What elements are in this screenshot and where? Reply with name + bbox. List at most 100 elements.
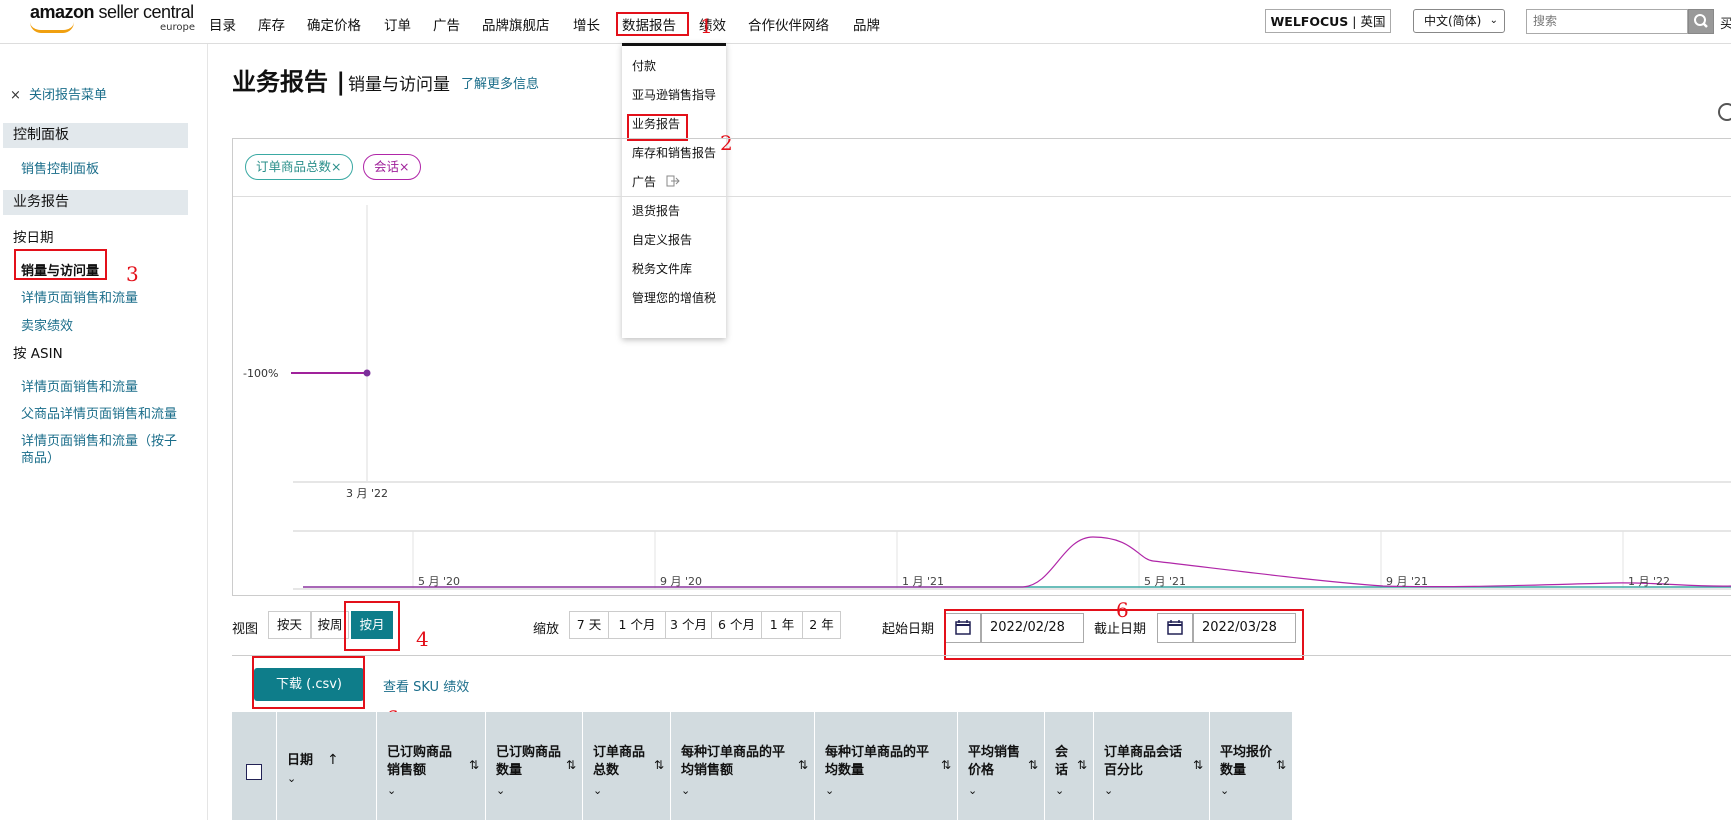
nav-item-advertising[interactable]: 广告 — [433, 14, 460, 34]
sidebar-item-detail-page-sales[interactable]: 详情页面销售和流量 — [21, 287, 138, 306]
annotation-box-view-month — [344, 601, 400, 651]
sort-icon: ⇅ — [468, 758, 479, 772]
column-header-avg-offer-count[interactable]: 平均报价 数量 ⇅ ⌄ — [1210, 712, 1292, 820]
zoom-option-6m[interactable]: 6 个月 — [711, 611, 762, 639]
sort-icon: ⇅ — [1027, 758, 1038, 772]
report-sidebar: × 关闭报告菜单 控制面板 销售控制面板 业务报告 按日期 销量与访问量 详情页… — [0, 44, 208, 820]
sidebar-item-child-detail-page-cont[interactable]: 商品） — [21, 447, 60, 466]
learn-more-link[interactable]: 了解更多信息 — [461, 73, 539, 92]
metric-pill-units-ordered[interactable]: 订单商品总数× — [245, 154, 353, 180]
x-tick-label: 3 月 '22 — [346, 487, 388, 500]
close-icon[interactable]: × — [331, 159, 341, 174]
close-icon[interactable]: × — [399, 159, 409, 174]
data-point[interactable] — [363, 369, 371, 377]
sidebar-item-seller-performance[interactable]: 卖家绩效 — [21, 315, 73, 334]
zoom-option-2y[interactable]: 2 年 — [802, 611, 841, 639]
chevron-down-icon: ⌄ — [387, 784, 397, 797]
column-header-unit-session-pct[interactable]: 订单商品会话 百分比 ⇅ ⌄ — [1094, 712, 1210, 820]
seller-central-logo[interactable]: amazon seller central — [30, 2, 194, 23]
navigator-x-tick-label: 5 月 '20 — [418, 575, 460, 588]
search-button[interactable] — [1688, 9, 1714, 34]
zoom-option-1y[interactable]: 1 年 — [761, 611, 803, 639]
column-header-total-order-items[interactable]: 订单商品 总数 ⇅ ⌄ — [583, 712, 671, 820]
close-report-menu-link[interactable]: × 关闭报告菜单 — [10, 84, 107, 103]
column-header-avg-sales-per-item[interactable]: 每种订单商品的平 均销售额 ⇅ ⌄ — [671, 712, 815, 820]
chevron-down-icon: ⌄ — [825, 784, 835, 797]
column-header-avg-units-per-item[interactable]: 每种订单商品的平 均数量 ⇅ ⌄ — [815, 712, 958, 820]
annotation-box-sales-traffic — [14, 249, 107, 280]
search-input[interactable]: 搜索 — [1526, 9, 1688, 34]
column-header-sessions[interactable]: 会话 ⇅ ⌄ — [1045, 712, 1094, 820]
amazon-smile-icon — [30, 22, 74, 33]
navigator-x-tick-label: 1 月 '21 — [902, 575, 944, 588]
chevron-down-icon: ⌄ — [496, 784, 506, 797]
column-header-ordered-sales[interactable]: 已订购商品 销售额 ⇅ ⌄ — [377, 712, 486, 820]
metric-pill-sessions[interactable]: 会话× — [363, 154, 421, 180]
view-sku-performance-link[interactable]: 查看 SKU 绩效 — [383, 676, 469, 695]
annotation-number: 3 — [126, 262, 139, 286]
navigator-x-tick-label: 5 月 '21 — [1144, 575, 1186, 588]
search-icon — [1694, 14, 1708, 28]
chevron-down-icon: ⌄ — [1489, 15, 1498, 26]
nav-item-catalog[interactable]: 目录 — [209, 14, 236, 34]
select-all-checkbox[interactable] — [246, 764, 262, 780]
nav-item-truncated[interactable]: 买 — [1720, 13, 1731, 32]
sort-icon: ⇅ — [653, 758, 664, 772]
chevron-down-icon: ⌄ — [681, 784, 691, 797]
navigator-x-tick-label: 9 月 '21 — [1386, 575, 1428, 588]
view-option-day[interactable]: 按天 — [268, 611, 311, 639]
sidebar-item-sales-dashboard[interactable]: 销售控制面板 — [21, 158, 99, 177]
top-navigation-bar: amazon seller central europe 目录 库存 确定价格 … — [0, 0, 1731, 44]
zoom-option-7d[interactable]: 7 天 — [569, 611, 609, 639]
sort-icon: ⇅ — [1275, 758, 1286, 772]
page-subtitle: 销量与访问量 — [348, 75, 450, 95]
nav-item-partner-network[interactable]: 合作伙伴网络 — [748, 14, 829, 34]
page-title: 业务报告 | — [232, 68, 346, 96]
start-date-label: 起始日期 — [882, 622, 935, 637]
annotation-number: 6 — [1116, 598, 1129, 622]
logo-region-label: europe — [160, 22, 195, 33]
chevron-down-icon: ⌄ — [1104, 784, 1114, 797]
navigator-series-sessions — [303, 536, 1731, 588]
sort-ascending-icon: ↑ — [327, 752, 339, 768]
sidebar-section-dashboard: 控制面板 — [3, 123, 188, 148]
column-header-avg-selling-price[interactable]: 平均销售 价格 ⇅ ⌄ — [958, 712, 1045, 820]
select-all-header — [232, 712, 277, 820]
sidebar-item-asin-detail-page[interactable]: 详情页面销售和流量 — [21, 376, 138, 395]
zoom-option-3m[interactable]: 3 个月 — [665, 611, 712, 639]
nav-item-brand-store[interactable]: 品牌旗舰店 — [482, 14, 550, 34]
chevron-down-icon: ⌄ — [1220, 784, 1230, 797]
nav-item-inventory[interactable]: 库存 — [258, 14, 285, 34]
annotation-number: 4 — [416, 627, 429, 651]
column-header-units-ordered[interactable]: 已订购商品 数量 ⇅ ⌄ — [486, 712, 583, 820]
dropdown-item-sales-coaching[interactable]: 亚马逊销售指导 — [632, 86, 716, 103]
nav-item-growth[interactable]: 增长 — [573, 14, 600, 34]
view-label: 视图 — [232, 622, 259, 637]
annotation-number: 1 — [700, 14, 713, 38]
sidebar-group-by-asin: 按 ASIN — [13, 346, 63, 362]
nav-item-orders[interactable]: 订单 — [384, 14, 411, 34]
loading-spinner-icon — [1718, 103, 1731, 121]
navigator-x-tick-label: 9 月 '20 — [660, 575, 702, 588]
chart-card: 订单商品总数× 会话× -100% 3 月 '22 5 月 '20 9 月 '20 1… — [232, 138, 1731, 596]
language-select[interactable]: 中文(简体) ⌄ — [1413, 9, 1505, 33]
column-header-date[interactable]: 日期 ↑ ⌄ — [277, 712, 377, 820]
y-tick-label: -100% — [243, 367, 278, 380]
chevron-down-icon: ⌄ — [593, 784, 603, 797]
zoom-label: 缩放 — [533, 622, 560, 637]
sales-traffic-chart: -100% 3 月 '22 5 月 '20 9 月 '20 1 月 '21 5 月 '2… — [243, 205, 1731, 590]
nav-item-pricing[interactable]: 确定价格 — [307, 14, 361, 34]
annotation-box-download — [252, 656, 365, 709]
annotation-box-reports — [616, 12, 689, 36]
dropdown-item-payments[interactable]: 付款 — [632, 57, 656, 74]
sidebar-item-parent-detail-page[interactable]: 父商品详情页面销售和流量 — [21, 403, 177, 422]
zoom-option-1m[interactable]: 1 个月 — [608, 611, 666, 639]
close-icon: × — [10, 88, 21, 103]
store-selector[interactable]: WELFOCUS | 英国 — [1265, 9, 1391, 33]
table-header: 日期 ↑ ⌄ 已订购商品 销售额 ⇅ ⌄ 已订购商品 数量 ⇅ ⌄ 订单商品 总数 ⇅… — [232, 712, 1292, 820]
annotation-box-business-reports — [627, 114, 688, 141]
nav-item-brands[interactable]: 品牌 — [853, 14, 880, 34]
sort-icon: ⇅ — [940, 758, 951, 772]
sort-icon: ⇅ — [1076, 758, 1087, 772]
sort-icon: ⇅ — [797, 758, 808, 772]
